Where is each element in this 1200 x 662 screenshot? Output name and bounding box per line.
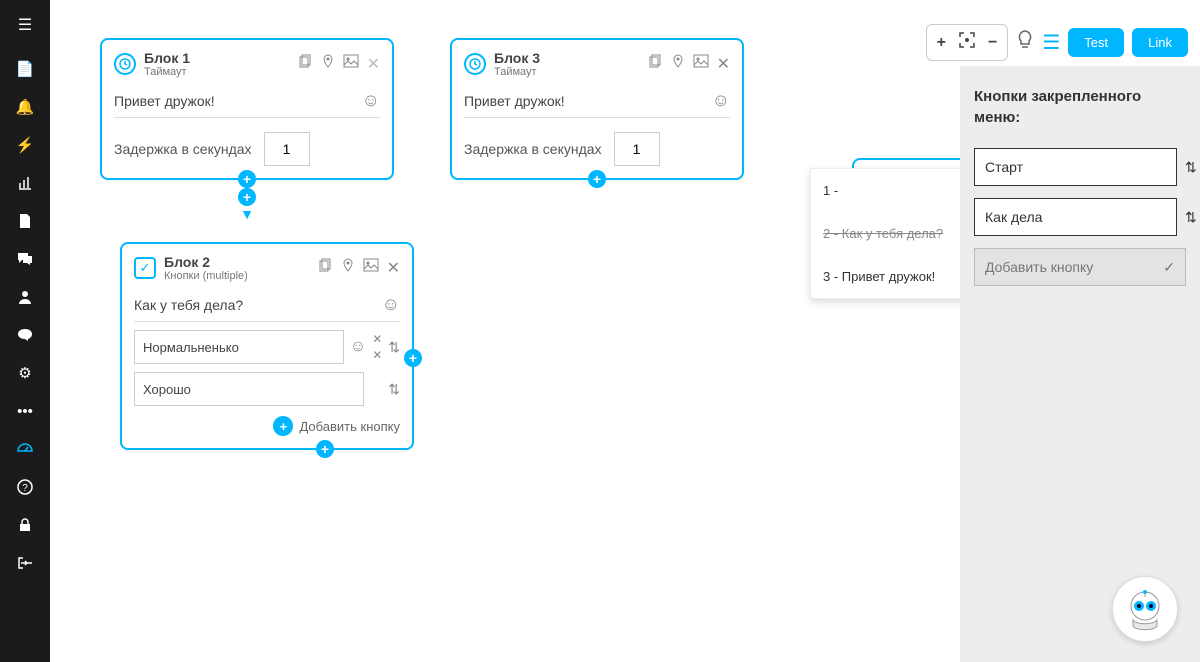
top-toolbar: + − ☰ Test Link [926, 24, 1188, 61]
svg-text:?: ? [22, 483, 28, 494]
option-input[interactable] [134, 330, 344, 364]
sort-icon[interactable]: ⇅ [1185, 159, 1197, 176]
nav-more[interactable]: ••• [0, 392, 50, 430]
nav-help[interactable]: ? [0, 468, 50, 506]
pinned-button-input[interactable] [974, 198, 1177, 236]
nav-bolt[interactable]: ⚡ [0, 126, 50, 164]
connector-icon[interactable]: + [588, 170, 606, 188]
nav-gears[interactable]: ⚙ [0, 354, 50, 392]
connector-icon[interactable]: + [404, 349, 422, 367]
test-button[interactable]: Test [1068, 28, 1124, 57]
pin-icon[interactable] [341, 258, 355, 279]
sort-icon[interactable]: ⇅ [1185, 209, 1197, 226]
option-input[interactable] [134, 372, 364, 406]
check-icon: ✓ [1163, 259, 1175, 276]
pin-icon[interactable] [321, 54, 335, 75]
nav-user[interactable] [0, 278, 50, 316]
bulb-icon[interactable] [1016, 30, 1034, 55]
remove-icon[interactable]: ✕ [372, 332, 382, 346]
sidebar: ☰ 📄 🔔 ⚡ ⚙ ••• ? [0, 0, 50, 662]
add-pinned-button[interactable]: Добавить кнопку ✓ [974, 248, 1186, 286]
sort-icon[interactable]: ⇅ [388, 339, 400, 356]
nav-doc[interactable] [0, 202, 50, 240]
block-subtitle: Таймаут [144, 66, 297, 78]
sort-icon[interactable]: ⇅ [388, 381, 400, 398]
chevron-down-icon: ▼ [240, 206, 254, 222]
pin-icon[interactable] [671, 54, 685, 75]
close-icon[interactable]: ✕ [387, 258, 400, 279]
panel-title: Кнопки закрепленного меню: [974, 86, 1186, 128]
nav-chat[interactable] [0, 240, 50, 278]
delay-input[interactable] [614, 132, 660, 166]
block-2[interactable]: ✓ Блок 2 Кнопки (multiple) ✕ Как у тебя … [120, 242, 414, 450]
menu-icon[interactable]: ☰ [0, 0, 50, 50]
delay-input[interactable] [264, 132, 310, 166]
minus-icon[interactable]: − [988, 34, 997, 52]
image-icon[interactable] [693, 54, 709, 75]
delay-label: Задержка в секундах [114, 141, 252, 157]
close-icon[interactable]: ✕ [717, 54, 730, 75]
menu-blue-icon[interactable]: ☰ [1042, 30, 1060, 55]
link-button[interactable]: Link [1132, 28, 1188, 57]
delay-label: Задержка в секундах [464, 141, 602, 157]
block-title: Блок 3 [494, 50, 647, 66]
add-option-button[interactable]: + Добавить кнопку [134, 416, 400, 436]
emoji-icon[interactable]: ☺ [362, 90, 380, 111]
plus-icon[interactable]: + [937, 34, 946, 52]
block-3[interactable]: Блок 3 Таймаут ✕ Привет дружок! ☺ Задерж… [450, 38, 744, 180]
canvas[interactable]: + − ☰ Test Link Блок 1 Таймаут [50, 0, 1200, 662]
emoji-icon[interactable]: ☺ [350, 338, 366, 356]
connector-icon[interactable]: + [238, 188, 256, 206]
pinned-button-input[interactable] [974, 148, 1177, 186]
nav-dashboard[interactable] [0, 430, 50, 468]
bot-avatar[interactable] [1112, 576, 1178, 642]
clock-icon [464, 53, 486, 75]
nav-file[interactable]: 📄 [0, 50, 50, 88]
emoji-icon[interactable]: ☺ [382, 294, 400, 315]
center-icon[interactable] [958, 31, 976, 54]
check-icon: ✓ [134, 257, 156, 279]
image-icon[interactable] [363, 258, 379, 279]
pinned-menu-panel: Кнопки закрепленного меню: ⇅ ✕ ⇅ ✕ Добав… [960, 66, 1200, 662]
block-title: Блок 1 [144, 50, 297, 66]
remove-icon[interactable]: ✕ [372, 348, 382, 362]
nav-logout[interactable] [0, 544, 50, 582]
block-1[interactable]: Блок 1 Таймаут ✕ Привет дружок! ☺ Задерж… [100, 38, 394, 180]
emoji-icon[interactable]: ☺ [712, 90, 730, 111]
copy-icon[interactable] [297, 54, 313, 75]
copy-icon[interactable] [647, 54, 663, 75]
clock-icon [114, 53, 136, 75]
plus-icon: + [273, 416, 293, 436]
block-subtitle: Кнопки (multiple) [164, 270, 317, 282]
block-message: Привет дружок! [464, 93, 565, 109]
nav-comment[interactable] [0, 316, 50, 354]
connector-icon[interactable]: + [316, 440, 334, 458]
nav-bell[interactable]: 🔔 [0, 88, 50, 126]
close-icon[interactable]: ✕ [367, 54, 380, 75]
zoom-group: + − [926, 24, 1009, 61]
block-subtitle: Таймаут [494, 66, 647, 78]
block-title: Блок 2 [164, 254, 317, 270]
image-icon[interactable] [343, 54, 359, 75]
block-message: Привет дружок! [114, 93, 215, 109]
connector-icon[interactable]: + [238, 170, 256, 188]
nav-chart[interactable] [0, 164, 50, 202]
copy-icon[interactable] [317, 258, 333, 279]
block-message: Как у тебя дела? [134, 297, 243, 313]
nav-lock[interactable] [0, 506, 50, 544]
